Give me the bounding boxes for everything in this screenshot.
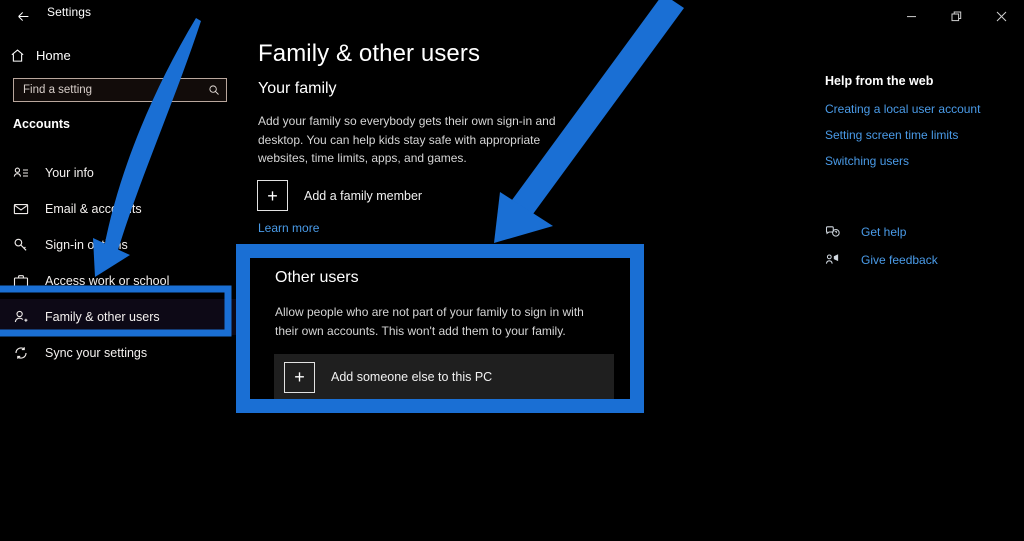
envelope-icon [13,201,43,217]
help-link-creating-local-user-account[interactable]: Creating a local user account [825,102,1015,116]
sidebar-item-email-accounts[interactable]: Email & accounts [0,191,240,227]
add-family-member-button[interactable]: + Add a family member [257,180,422,211]
add-someone-else-label: Add someone else to this PC [331,370,493,384]
sidebar-item-sync-your-settings[interactable]: Sync your settings [0,335,240,371]
sidebar-item-label: Email & accounts [45,202,142,216]
window-title: Settings [47,5,92,19]
page-title: Family & other users [258,40,481,67]
back-arrow-icon[interactable] [8,3,38,29]
sidebar-item-sign-in-options[interactable]: Sign-in options [0,227,240,263]
sync-icon [13,345,43,361]
key-icon [13,237,43,253]
other-users-description: Allow people who are not part of your fa… [275,305,584,338]
sidebar-item-label: Sign-in options [45,238,128,252]
sidebar-item-label: Sync your settings [45,346,148,360]
other-users-heading: Other users [275,269,359,286]
sidebar-item-family-other-users[interactable]: Family & other users [0,299,240,335]
help-panel: Help from the web Creating a local user … [825,74,1015,267]
title-bar: Settings [0,0,240,32]
give-feedback-action[interactable]: Give feedback [825,252,1015,267]
sidebar: Settings Home Accounts [0,0,240,541]
add-family-member-label: Add a family member [304,188,423,203]
learn-more-link[interactable]: Learn more [258,221,319,235]
search-box[interactable] [13,78,227,102]
sidebar-item-your-info[interactable]: Your info [0,155,240,191]
sidebar-item-access-work-or-school[interactable]: Access work or school [0,263,240,299]
your-family-heading: Your family [258,80,337,97]
sidebar-item-label: Your info [45,166,94,180]
help-link-switching-users[interactable]: Switching users [825,154,1015,168]
feedback-icon [825,252,851,267]
search-input[interactable] [14,84,202,96]
help-bubble-icon [825,224,851,239]
your-family-description: Add your family so everybody gets their … [258,114,556,166]
give-feedback-label: Give feedback [861,252,938,267]
settings-window: Settings Home Accounts [0,0,1024,541]
sidebar-item-label: Family & other users [45,310,160,324]
home-icon [0,48,34,63]
sidebar-item-label: Access work or school [45,274,170,288]
get-help-label: Get help [861,224,907,239]
help-link-setting-screen-time-limits[interactable]: Setting screen time limits [825,128,1015,142]
plus-icon: + [284,361,315,393]
sidebar-nav: Your info Email & accounts Sign-in optio… [0,155,240,371]
other-users-section: Other users Allow people who are not par… [257,257,645,405]
plus-icon: + [257,180,288,211]
briefcase-icon [13,273,43,289]
add-someone-else-button[interactable]: + Add someone else to this PC [274,354,614,400]
sidebar-item-home[interactable]: Home [0,43,240,67]
get-help-action[interactable]: Get help [825,224,1015,239]
help-panel-heading: Help from the web [825,74,934,88]
sidebar-item-home-label: Home [36,47,71,63]
main-content: Family & other users Your family Add you… [240,0,1024,541]
person-add-icon [13,309,43,325]
search-icon[interactable] [202,84,226,96]
sidebar-category-label: Accounts [13,117,70,131]
contact-card-icon [13,165,43,181]
